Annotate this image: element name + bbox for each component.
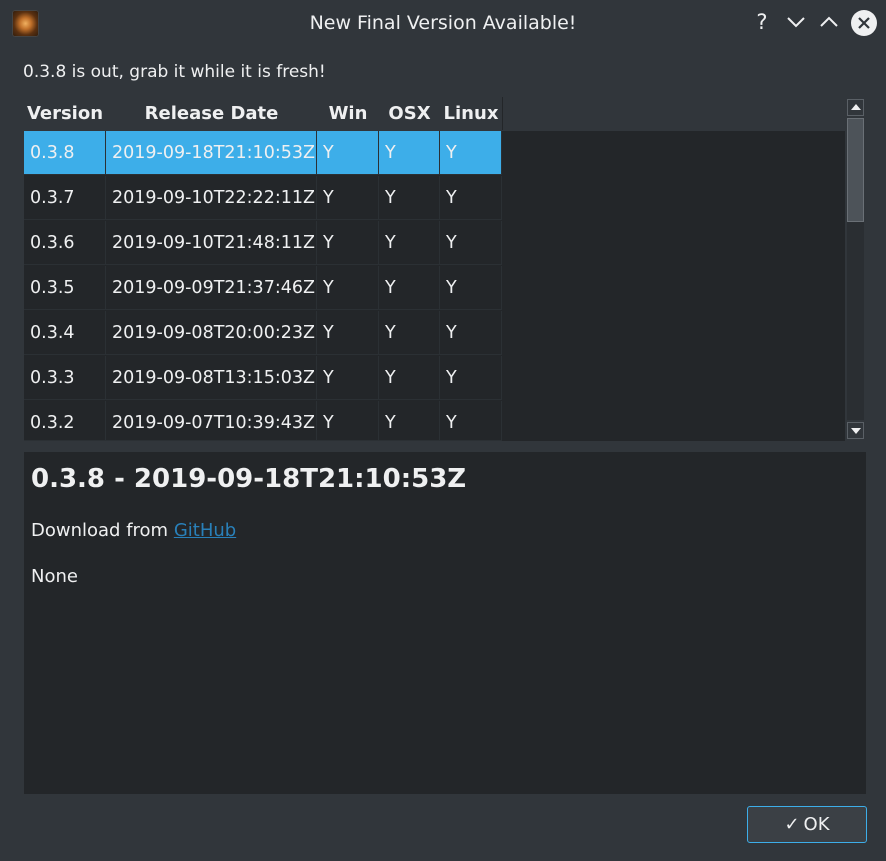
cell-osx: Y bbox=[379, 221, 440, 265]
download-line: Download from GitHub bbox=[31, 520, 236, 541]
cell-release-date: 2019-09-10T22:22:11Z bbox=[106, 176, 317, 220]
cell-linux: Y bbox=[440, 356, 502, 400]
arrow-up-icon bbox=[851, 104, 861, 110]
table-header: Version Release Date Win OSX Linux bbox=[24, 97, 845, 131]
checkmark-icon: ✓ bbox=[784, 814, 800, 835]
release-details-panel: 0.3.8 - 2019-09-18T21:10:53Z Download fr… bbox=[24, 452, 866, 794]
cell-linux: Y bbox=[440, 176, 502, 220]
cell-linux: Y bbox=[440, 401, 502, 441]
cell-linux: Y bbox=[440, 266, 502, 310]
cell-version: 0.3.3 bbox=[24, 356, 106, 400]
cell-release-date: 2019-09-08T13:15:03Z bbox=[106, 356, 317, 400]
cell-version: 0.3.6 bbox=[24, 221, 106, 265]
release-heading: 0.3.8 - 2019-09-18T21:10:53Z bbox=[31, 464, 467, 494]
cell-osx: Y bbox=[379, 176, 440, 220]
intro-message: 0.3.8 is out, grab it while it is fresh! bbox=[23, 62, 326, 82]
cell-version: 0.3.2 bbox=[24, 401, 106, 441]
cell-win: Y bbox=[317, 266, 379, 310]
scroll-down-button[interactable] bbox=[847, 422, 864, 439]
table-row[interactable]: 0.3.7 2019-09-10T22:22:11Z Y Y Y bbox=[24, 176, 502, 221]
help-icon[interactable]: ? bbox=[748, 8, 776, 36]
release-notes: None bbox=[31, 566, 78, 587]
cell-osx: Y bbox=[379, 131, 440, 175]
cell-osx: Y bbox=[379, 401, 440, 441]
cell-release-date: 2019-09-10T21:48:11Z bbox=[106, 221, 317, 265]
column-header-win[interactable]: Win bbox=[317, 97, 380, 130]
column-header-version[interactable]: Version bbox=[24, 97, 107, 130]
cell-win: Y bbox=[317, 311, 379, 355]
table-row[interactable]: 0.3.2 2019-09-07T10:39:43Z Y Y Y bbox=[24, 401, 502, 441]
table-row[interactable]: 0.3.6 2019-09-10T21:48:11Z Y Y Y bbox=[24, 221, 502, 266]
minimize-icon[interactable] bbox=[782, 8, 810, 36]
table-row[interactable]: 0.3.8 2019-09-18T21:10:53Z Y Y Y bbox=[24, 131, 502, 176]
scroll-up-button[interactable] bbox=[847, 99, 864, 116]
cell-version: 0.3.4 bbox=[24, 311, 106, 355]
cell-osx: Y bbox=[379, 266, 440, 310]
cell-linux: Y bbox=[440, 311, 502, 355]
download-prefix: Download from bbox=[31, 520, 174, 541]
cell-version: 0.3.7 bbox=[24, 176, 106, 220]
cell-win: Y bbox=[317, 176, 379, 220]
table-scrollbar[interactable] bbox=[845, 97, 866, 441]
cell-win: Y bbox=[317, 221, 379, 265]
cell-linux: Y bbox=[440, 221, 502, 265]
column-header-osx[interactable]: OSX bbox=[379, 97, 441, 130]
table-row[interactable]: 0.3.3 2019-09-08T13:15:03Z Y Y Y bbox=[24, 356, 502, 401]
scroll-thumb[interactable] bbox=[847, 118, 864, 222]
arrow-down-icon bbox=[851, 428, 861, 434]
cell-release-date: 2019-09-18T21:10:53Z bbox=[106, 131, 317, 175]
scroll-track[interactable] bbox=[847, 118, 864, 420]
cell-win: Y bbox=[317, 131, 379, 175]
cell-osx: Y bbox=[379, 311, 440, 355]
cell-linux: Y bbox=[440, 131, 502, 175]
ok-button-label: OK bbox=[803, 814, 830, 835]
cell-osx: Y bbox=[379, 356, 440, 400]
table-row[interactable]: 0.3.5 2019-09-09T21:37:46Z Y Y Y bbox=[24, 266, 502, 311]
versions-table: Version Release Date Win OSX Linux 0.3.8… bbox=[24, 97, 866, 441]
cell-release-date: 2019-09-08T20:00:23Z bbox=[106, 311, 317, 355]
cell-win: Y bbox=[317, 356, 379, 400]
column-header-linux[interactable]: Linux bbox=[440, 97, 503, 130]
github-link[interactable]: GitHub bbox=[174, 520, 236, 541]
ok-button[interactable]: ✓ OK bbox=[747, 806, 867, 843]
title-bar: New Final Version Available! ? bbox=[0, 0, 886, 46]
cell-version: 0.3.8 bbox=[24, 131, 106, 175]
cell-win: Y bbox=[317, 401, 379, 441]
cell-version: 0.3.5 bbox=[24, 266, 106, 310]
close-icon[interactable] bbox=[851, 10, 877, 36]
column-header-release-date[interactable]: Release Date bbox=[106, 97, 318, 130]
cell-release-date: 2019-09-07T10:39:43Z bbox=[106, 401, 317, 441]
cell-release-date: 2019-09-09T21:37:46Z bbox=[106, 266, 317, 310]
maximize-icon[interactable] bbox=[815, 8, 843, 36]
table-row[interactable]: 0.3.4 2019-09-08T20:00:23Z Y Y Y bbox=[24, 311, 502, 356]
